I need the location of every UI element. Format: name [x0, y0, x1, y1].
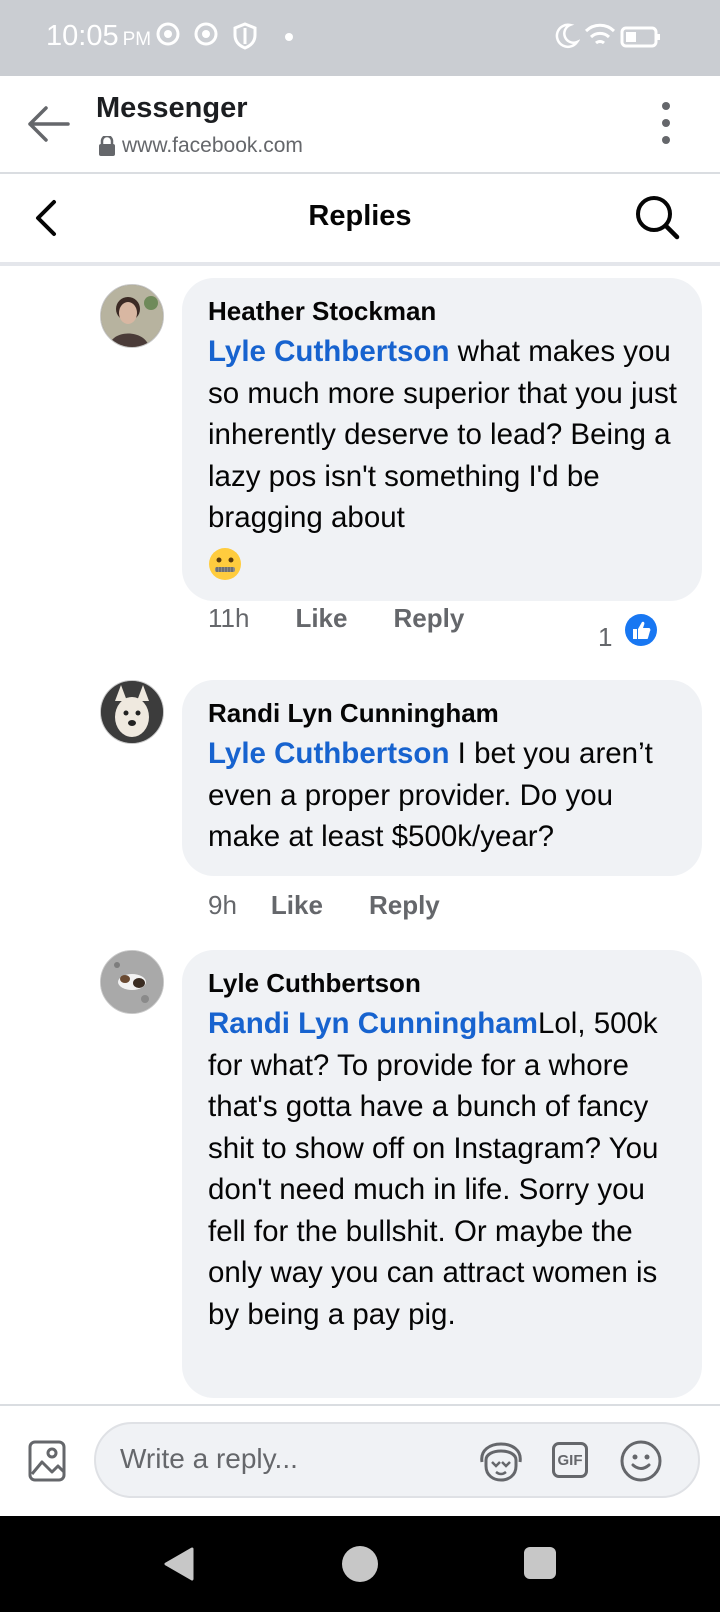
browser-header: Messenger www.facebook.com: [0, 76, 720, 174]
avatar-image: [101, 285, 163, 347]
photo-icon[interactable]: [28, 1440, 66, 1482]
zipper-mouth-emoji-icon: [209, 547, 241, 580]
comment-time[interactable]: 11h: [208, 603, 249, 634]
comment-time[interactable]: 9h: [208, 890, 237, 921]
wifi-icon: [584, 23, 616, 45]
avatar[interactable]: [100, 284, 164, 348]
reply-button[interactable]: Reply: [369, 890, 440, 921]
reply-composer: GIF: [0, 1404, 720, 1516]
url-row[interactable]: www.facebook.com: [98, 134, 303, 158]
gif-icon[interactable]: GIF: [552, 1442, 588, 1478]
avatar-image: [101, 951, 163, 1013]
comment-author[interactable]: Heather Stockman: [208, 296, 678, 327]
system-nav-bar: [0, 1516, 720, 1612]
avatar[interactable]: [100, 680, 164, 744]
reply-input[interactable]: [118, 1442, 462, 1476]
like-icon: [625, 613, 658, 646]
comment-actions: 9h Like Reply: [208, 890, 440, 921]
nav-back-icon[interactable]: [162, 1546, 196, 1582]
avatar[interactable]: [100, 950, 164, 1014]
gif-label: GIF: [557, 1451, 583, 1469]
more-options-icon[interactable]: [656, 102, 676, 146]
comment-bubble[interactable]: Lyle Cuthbertson Randi Lyn CunninghamLol…: [182, 950, 702, 1398]
like-button[interactable]: Like: [295, 603, 347, 634]
chrome-icon: [194, 22, 218, 46]
comment-text: Lol, 500k for what? To provide for a who…: [208, 1007, 659, 1331]
back-arrow-icon[interactable]: [26, 104, 70, 144]
lock-icon: [99, 136, 115, 156]
dot-icon: [285, 33, 293, 41]
emoji-icon[interactable]: [620, 1440, 662, 1482]
like-button[interactable]: Like: [271, 890, 323, 921]
comment-actions: 11h Like Reply: [208, 603, 464, 634]
avatar-sticker-icon[interactable]: [478, 1442, 524, 1482]
status-bar: 10:05 PM: [0, 0, 720, 76]
comment-bubble[interactable]: Heather Stockman Lyle Cuthbertson what m…: [182, 278, 702, 601]
do-not-disturb-icon: [555, 23, 580, 49]
page-title: Replies: [308, 200, 412, 232]
mention-link[interactable]: Lyle Cuthbertson: [208, 335, 449, 368]
reaction-count: 1: [598, 622, 613, 652]
nav-recents-icon[interactable]: [524, 1547, 556, 1579]
url-text: www.facebook.com: [122, 134, 303, 157]
chrome-icon: [156, 22, 180, 46]
status-time: 10:05 PM: [46, 20, 152, 52]
avatar-image: [101, 681, 163, 743]
comment-bubble[interactable]: Randi Lyn Cunningham Lyle Cuthbertson I …: [182, 680, 702, 876]
comment-author[interactable]: Randi Lyn Cunningham: [208, 698, 678, 729]
mention-link[interactable]: Randi Lyn Cunningham: [208, 1007, 538, 1040]
mention-link[interactable]: Lyle Cuthbertson: [208, 737, 449, 770]
reply-input-box[interactable]: GIF: [94, 1422, 700, 1498]
reply-button[interactable]: Reply: [393, 603, 464, 634]
nav-home-icon[interactable]: [342, 1546, 378, 1582]
browser-title: Messenger: [96, 92, 248, 124]
shield-icon: [233, 22, 257, 50]
comment-author[interactable]: Lyle Cuthbertson: [208, 968, 678, 999]
replies-header: Replies: [0, 174, 720, 266]
search-icon[interactable]: [634, 194, 680, 240]
reaction-summary[interactable]: 1: [598, 613, 658, 653]
battery-icon: [620, 26, 660, 48]
